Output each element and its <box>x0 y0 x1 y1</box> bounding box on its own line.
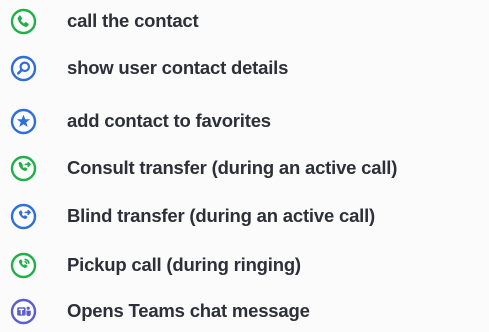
legend-label-blind-transfer: Blind transfer (during an active call) <box>67 205 375 226</box>
teams-chat-icon[interactable] <box>10 298 37 325</box>
pickup-call-icon[interactable] <box>10 252 37 279</box>
legend-label-contact-details: show user contact details <box>67 57 289 78</box>
search-icon[interactable] <box>10 55 37 82</box>
star-icon[interactable] <box>10 108 37 135</box>
legend-label-consult-transfer: Consult transfer (during an active call) <box>67 157 398 178</box>
legend-label-call: call the contact <box>67 10 199 31</box>
legend-row-blind-transfer: Blind transfer (during an active call) <box>10 202 375 230</box>
legend-row-call: call the contact <box>10 7 199 35</box>
legend-row-consult-transfer: Consult transfer (during an active call) <box>10 154 397 182</box>
blind-transfer-icon[interactable] <box>10 203 37 230</box>
legend-row-pickup-call: Pickup call (during ringing) <box>10 251 301 279</box>
legend-label-favorites: add contact to favorites <box>67 110 271 131</box>
legend-row-teams-chat: Opens Teams chat message <box>10 297 310 325</box>
legend-row-favorites: add contact to favorites <box>10 107 271 135</box>
legend-row-contact-details: show user contact details <box>10 54 288 82</box>
consult-transfer-icon[interactable] <box>10 155 37 182</box>
legend-label-pickup-call: Pickup call (during ringing) <box>67 254 301 275</box>
phone-icon[interactable] <box>10 8 37 35</box>
icon-legend: call the contact show user contact detai… <box>0 0 489 332</box>
legend-label-teams-chat: Opens Teams chat message <box>67 300 310 321</box>
